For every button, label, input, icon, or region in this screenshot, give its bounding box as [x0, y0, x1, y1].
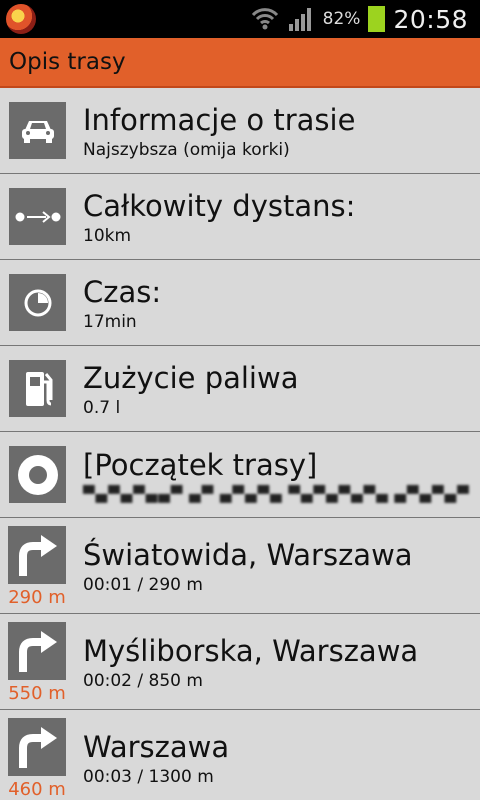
status-indicators: 82% 20:58	[251, 5, 468, 34]
fuel-consumption-row[interactable]: Zużycie paliwa 0.7 l	[0, 346, 480, 432]
step-distance: 290 m	[8, 586, 66, 608]
row-title: [Początek trasy]	[83, 447, 318, 482]
clock-icon	[9, 274, 66, 331]
start-point-icon	[9, 446, 66, 503]
total-distance-row[interactable]: Całkowity dystans: 10km	[0, 174, 480, 260]
row-subtitle: 17min	[83, 311, 137, 332]
turn-right-icon	[8, 717, 66, 776]
title-bar: Opis trasy	[0, 38, 480, 88]
route-list: Informacje o trasie Najszybsza (omija ko…	[0, 88, 480, 800]
status-bar: 82% 20:58	[0, 0, 480, 38]
route-step[interactable]: 460 m Warszawa 00:03 / 1300 m	[0, 710, 480, 800]
clock: 20:58	[393, 4, 468, 34]
turn-right-icon	[8, 525, 66, 584]
redacted-address: ▀▄▀▄▀▄▄▀ ▄▀ ▄▀▄▀▄ ▀▄▀▄▀▄▀▄ ▄▀▄▀▄▀	[83, 484, 470, 503]
step-distance: 550 m	[8, 682, 66, 704]
app-logo-icon	[6, 4, 36, 34]
time-row[interactable]: Czas: 17min	[0, 260, 480, 346]
page-title: Opis trasy	[9, 49, 126, 75]
route-step[interactable]: 550 m Myśliborska, Warszawa 00:02 / 850 …	[0, 614, 480, 710]
step-street: Warszawa	[83, 729, 230, 764]
step-street: Myśliborska, Warszawa	[83, 633, 419, 668]
route-start-row[interactable]: [Początek trasy] ▀▄▀▄▀▄▄▀ ▄▀ ▄▀▄▀▄ ▀▄▀▄▀…	[0, 432, 480, 518]
wifi-icon	[251, 8, 278, 30]
route-step[interactable]: 290 m Światowida, Warszawa 00:01 / 290 m	[0, 518, 480, 614]
fuel-pump-icon	[9, 360, 66, 417]
turn-right-icon	[8, 621, 66, 680]
row-subtitle: 0.7 l	[83, 397, 121, 418]
step-detail: 00:03 / 1300 m	[83, 766, 214, 787]
battery-percentage: 82%	[322, 9, 361, 29]
row-title: Całkowity dystans:	[83, 188, 356, 223]
row-subtitle: 10km	[83, 225, 132, 246]
distance-icon	[9, 188, 66, 245]
row-title: Zużycie paliwa	[83, 360, 299, 395]
car-icon	[9, 102, 66, 159]
signal-icon	[288, 8, 311, 31]
step-street: Światowida, Warszawa	[83, 537, 413, 572]
row-title: Czas:	[83, 274, 162, 309]
route-info-row[interactable]: Informacje o trasie Najszybsza (omija ko…	[0, 88, 480, 174]
row-title: Informacje o trasie	[83, 102, 356, 137]
step-detail: 00:01 / 290 m	[83, 574, 203, 595]
row-subtitle: Najszybsza (omija korki)	[83, 139, 290, 160]
step-detail: 00:02 / 850 m	[83, 670, 203, 691]
battery-icon	[368, 6, 386, 32]
step-distance: 460 m	[8, 778, 66, 800]
